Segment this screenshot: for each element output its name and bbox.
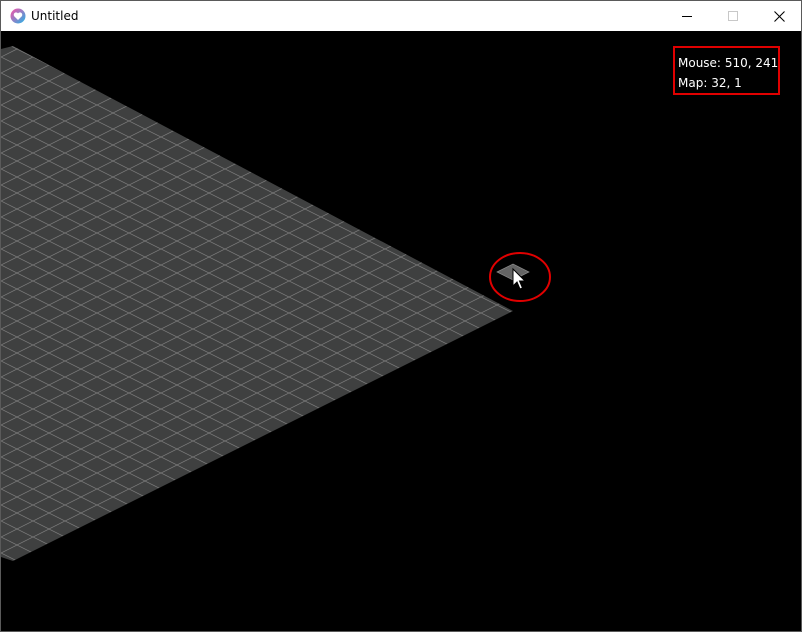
window-title: Untitled [31, 9, 79, 23]
maximize-button[interactable] [710, 1, 756, 31]
debug-info-panel: Mouse: 510, 241 Map: 32, 1 [673, 46, 780, 95]
mouse-position-row: Mouse: 510, 241 [678, 53, 778, 73]
maximize-icon [728, 11, 738, 21]
minimize-button[interactable] [664, 1, 710, 31]
mouse-value: 510, 241 [724, 56, 779, 70]
minimize-icon [682, 16, 692, 17]
map-position-row: Map: 32, 1 [678, 73, 778, 93]
title-bar[interactable]: Untitled [1, 1, 801, 31]
map-label: Map: [678, 76, 708, 90]
app-window: Untitled Mouse: 510, 241 Map: 32, 1 [0, 0, 802, 632]
game-canvas[interactable]: Mouse: 510, 241 Map: 32, 1 [1, 31, 801, 631]
close-button[interactable] [756, 1, 801, 31]
close-icon [773, 10, 785, 22]
isometric-map [1, 46, 551, 561]
mouse-label: Mouse: [678, 56, 721, 70]
isometric-floor [1, 46, 513, 561]
heart-app-icon [10, 8, 26, 24]
map-value: 32, 1 [711, 76, 742, 90]
